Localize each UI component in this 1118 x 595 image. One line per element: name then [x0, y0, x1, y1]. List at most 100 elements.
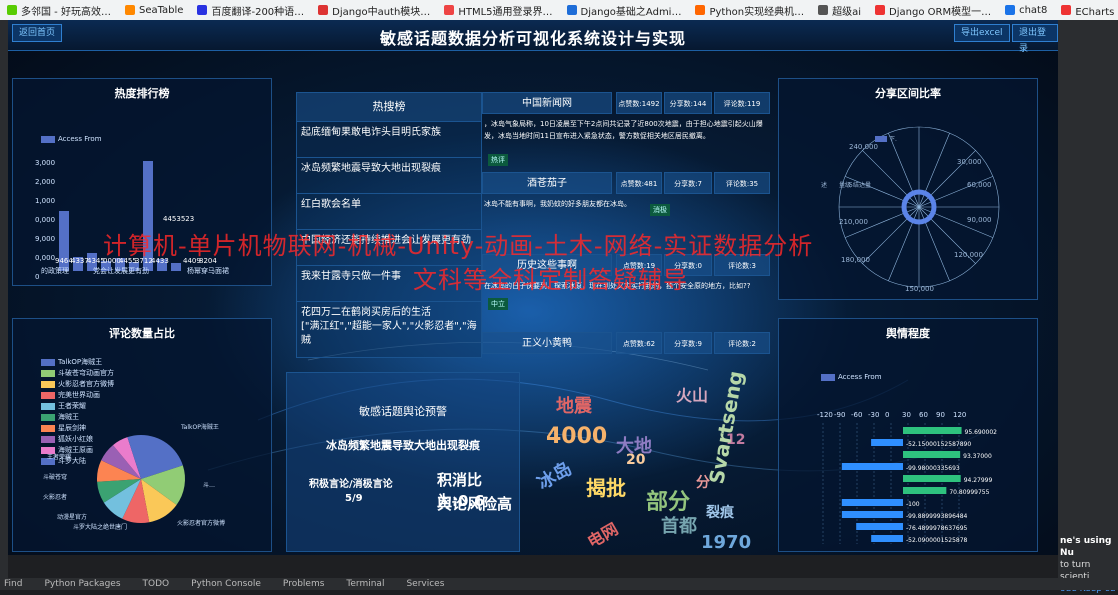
radar-label: 达量 — [859, 181, 871, 189]
x-tick-label: 杨幂穿马面裙 — [187, 266, 229, 275]
bar-value-label: 95.690002 — [965, 429, 998, 436]
status-tab[interactable]: Problems — [279, 579, 324, 589]
hot-search-item[interactable]: 我来甘露寺只做一件事 — [296, 266, 482, 302]
word-cloud-word: Svartsengi — [704, 372, 749, 486]
comments-count: 评论数:35 — [714, 172, 770, 194]
hot-search-item[interactable]: 花四万二在鹤岗买房后的生活 ["满江红","超能一家人","火影忍者","海贼 — [296, 302, 482, 358]
bookmark-icon — [124, 5, 135, 15]
pie-label: 火影忍者官方微博 — [177, 519, 225, 527]
sentiment-panel: 舆情程度 Access From -120 -90 -60 -30 0 30 60 90 120… — [778, 318, 1038, 552]
bookmark-item[interactable]: 多邻国 - 好玩高效… — [0, 0, 118, 20]
shares-count: 分享数:144 — [664, 92, 712, 114]
logout-button[interactable]: 退出登录 — [1012, 24, 1058, 54]
radar-tick: 60,000 — [967, 181, 992, 189]
status-tab[interactable]: Services — [402, 579, 444, 589]
word-cloud-word: 1970 — [701, 532, 752, 550]
x-tick-label: -30 — [868, 411, 879, 419]
news-source: 中国新闻网 — [482, 92, 612, 114]
radar-label: 下. — [889, 136, 897, 143]
radar-tick: 90,000 — [967, 216, 992, 224]
word-cloud-word: 分 — [696, 475, 710, 491]
status-tab[interactable]: Python Console — [187, 579, 261, 589]
bookmark-label: SeaTable — [138, 4, 184, 16]
status-tab[interactable]: TODO — [139, 579, 170, 589]
x-tick-label: 120 — [953, 411, 966, 419]
news-feed: 中国新闻网 点赞数:1492 分享数:144 评论数:119 ，冰岛气象局称，10日凌晨… — [482, 92, 772, 360]
comments-count: 评论数:3 — [714, 254, 770, 276]
bookmark-label: Python实现经典机… — [709, 6, 805, 18]
hot-search-item[interactable]: 冰岛频繁地震导致大地出现裂痕 — [296, 158, 482, 194]
radar-tick: 240,000 — [849, 143, 878, 151]
legend-swatch — [875, 136, 887, 142]
bar-value-label: -99.8899993896484 — [906, 513, 968, 520]
comments-count: 评论数:2 — [714, 332, 770, 354]
bookmark-item[interactable]: Django ORM模型一… — [868, 0, 998, 20]
bar-value-label: 70.80999755 — [949, 489, 989, 496]
bookmark-label: 超级ai — [832, 6, 862, 18]
bookmark-label: Django ORM模型一… — [889, 6, 992, 18]
bar-annotation: 8204 — [199, 257, 217, 265]
ratio-label: 积极言论/消极言论 — [309, 479, 393, 490]
sentiment-bar — [856, 523, 903, 530]
news-item[interactable]: 中国新闻网 点赞数:1492 分享数:144 评论数:119 ，冰岛气象局称，10日凌晨… — [482, 92, 772, 172]
ide-status-bar: Find Python Packages TODO Python Console Pro… — [0, 578, 1118, 590]
sentiment-tag: 消极 — [650, 204, 670, 216]
bookmark-item[interactable]: Django基础之Admi… — [560, 0, 689, 20]
hot-search-title: 热搜榜 — [296, 92, 482, 122]
bookmark-item[interactable]: Python实现经典机… — [688, 0, 811, 20]
word-cloud-word: 地震 — [556, 396, 592, 417]
radar-tick: 30,000 — [957, 158, 982, 166]
news-item[interactable]: 历史这些事啊 点赞数:19 分享数:0 评论数:3 在冰岛的日子快要到，探索冰原，现在到… — [482, 254, 772, 334]
status-tab[interactable]: Find — [0, 579, 22, 589]
news-text: ，冰岛气象局称，10日凌晨至下午2点间共记录了近800次地震，由于担心地震引起火… — [484, 120, 763, 140]
bookmark-icon — [1005, 5, 1016, 15]
x-tick-label: 的政策理 — [41, 266, 69, 275]
news-source: 酒苍茄子 — [482, 172, 612, 194]
bookmark-label: 百度翻译-200种语… — [211, 6, 305, 18]
bookmark-icon — [197, 5, 208, 15]
hot-rank-panel: 热度排行榜 Access From 3,000 2,000 1,000 0,000 9,… — [12, 78, 272, 286]
pie-label: 火影忍者 — [43, 493, 67, 501]
word-cloud-word: 揭批 — [586, 476, 626, 500]
bookmark-icon — [818, 5, 829, 15]
pie-label: 斗罗大陆之绝世唐门 — [73, 523, 127, 531]
bookmark-item[interactable]: SeaTable — [118, 0, 191, 20]
status-tab[interactable]: Python Packages — [40, 579, 120, 589]
x-tick-label: 60 — [919, 411, 928, 419]
hot-search-item[interactable]: 中国经济还能持续推进会让发展更有劲 — [296, 230, 482, 266]
y-tick-label: 0,000 — [35, 216, 55, 224]
x-tick-label: -90 — [834, 411, 845, 419]
bookmark-item[interactable]: ECharts 官网 — [1054, 0, 1118, 20]
bookmark-item[interactable]: chat8 — [998, 0, 1054, 20]
bookmark-item[interactable]: 超级ai — [811, 0, 868, 20]
bookmarks-bar: 多邻国 - 好玩高效… SeaTable 百度翻译-200种语… Django中aut… — [0, 0, 1118, 20]
comment-count-panel: 评论数量占比 TalkOP海贼王 斗破苍穹动画官方 火影忍者官方微博 完美世界动画 王者… — [12, 318, 272, 552]
bookmark-item[interactable]: HTML5通用登录界… — [437, 0, 559, 20]
dashboard-screen: 返回首页 敏感话题数据分析可视化系统设计与实现 导出excel 退出登录 热度排… — [8, 20, 1058, 555]
hot-search-list: 热搜榜 起底缅甸果敢电诈头目明氏家族 冰岛频繁地震导致大地出现裂痕 红白歌会名单 中国… — [296, 92, 482, 360]
bookmark-label: Django基础之Admi… — [580, 6, 682, 18]
word-cloud-word: 20 — [626, 452, 646, 468]
bookmark-item[interactable]: 百度翻译-200种语… — [190, 0, 311, 20]
bookmark-icon — [1061, 5, 1072, 15]
ratio-value: 5/9 — [345, 493, 363, 504]
word-cloud-word: 电网 — [584, 519, 622, 550]
export-excel-button[interactable]: 导出excel — [954, 24, 1010, 42]
sentiment-bar — [903, 475, 961, 482]
warning-topic: 冰岛频繁地震导致大地出现裂痕 — [326, 439, 480, 452]
news-text: 冰岛不能有事啊，我奶蚊的好多朋友都在冰岛。 — [484, 200, 631, 208]
shares-count: 分享数:9 — [664, 332, 712, 354]
x-tick-label: 0 — [885, 411, 889, 419]
hot-search-item[interactable]: 起底缅甸果敢电诈头目明氏家族 — [296, 122, 482, 158]
likes-count: 点赞数:19 — [616, 254, 662, 276]
news-item[interactable]: 酒苍茄子 点赞数:481 分享数:7 评论数:35 冰岛不能有事啊，我奶蚊的好多朋友都在… — [482, 172, 772, 252]
status-tab[interactable]: Terminal — [342, 579, 384, 589]
hot-search-item[interactable]: 红白歌会名单 — [296, 194, 482, 230]
radar-tick: 180,000 — [841, 256, 870, 264]
likes-count: 点赞数:62 — [616, 332, 662, 354]
news-text: 在冰岛的日子快要到，探索冰原，现在到处又实实打我的，独个安全原的地方，比如?? — [484, 282, 751, 290]
word-cloud-word: 裂痕 — [706, 505, 734, 521]
word-cloud-word: 4000 — [546, 424, 608, 449]
bookmark-item[interactable]: Django中auth模块… — [311, 0, 437, 20]
bar-value-label: 94.27999 — [964, 477, 993, 484]
